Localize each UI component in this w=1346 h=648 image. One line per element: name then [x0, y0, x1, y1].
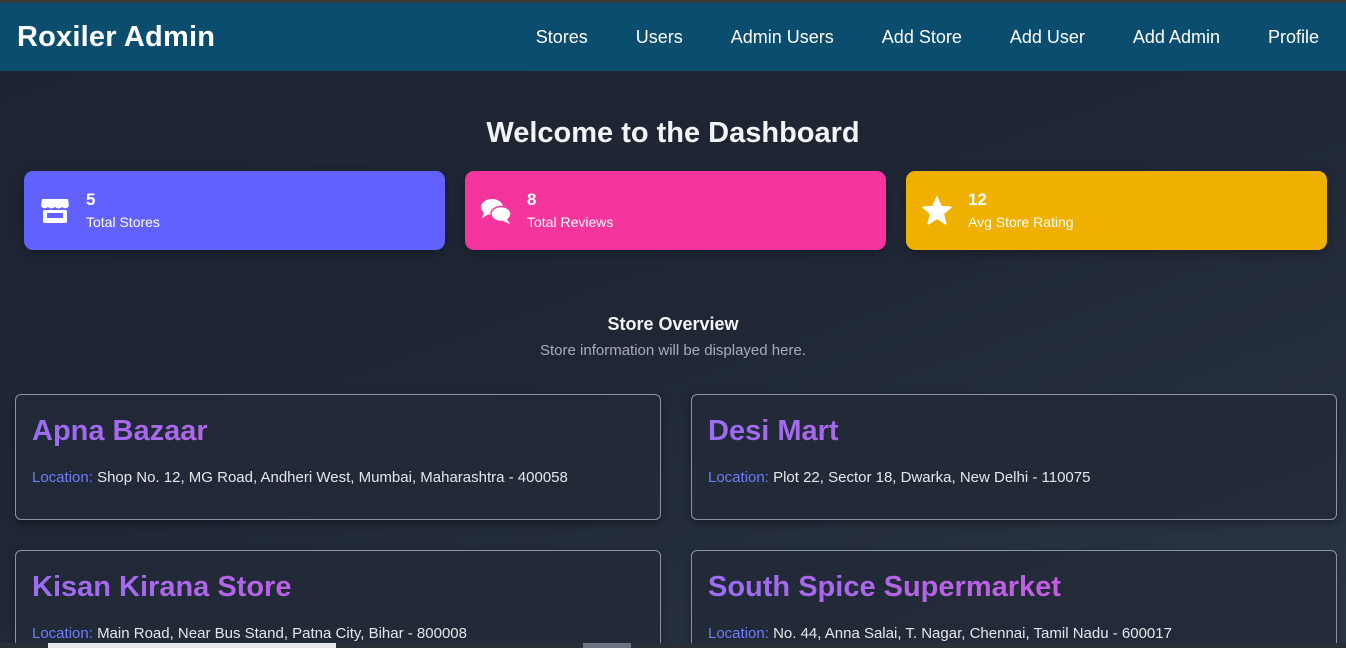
nav-link-add-user[interactable]: Add User	[1010, 27, 1085, 48]
location-value: No. 44, Anna Salai, T. Nagar, Chennai, T…	[773, 625, 1172, 642]
store-name: South Spice Supermarket	[708, 569, 1320, 605]
nav-link-add-admin[interactable]: Add Admin	[1133, 27, 1220, 48]
star-icon	[921, 195, 953, 227]
store-card[interactable]: Apna Bazaar Location: Shop No. 12, MG Ro…	[15, 394, 661, 520]
store-icon	[39, 195, 71, 227]
stat-value: 12	[968, 189, 987, 209]
store-location: Location: No. 44, Anna Salai, T. Nagar, …	[708, 625, 1320, 642]
store-overview-header: Store Overview Store information will be…	[0, 314, 1346, 359]
page-title: Welcome to the Dashboard	[486, 117, 860, 149]
nav-link-add-store[interactable]: Add Store	[882, 27, 962, 48]
comments-icon	[480, 195, 512, 227]
store-location: Location: Shop No. 12, MG Road, Andheri …	[32, 469, 644, 486]
store-location: Location: Main Road, Near Bus Stand, Pat…	[32, 625, 644, 642]
nav-link-users[interactable]: Users	[636, 27, 683, 48]
nav-link-admin-users[interactable]: Admin Users	[731, 27, 834, 48]
location-label: Location:	[708, 625, 769, 642]
location-label: Location:	[32, 469, 93, 486]
location-value: Plot 22, Sector 18, Dwarka, New Delhi - …	[773, 469, 1091, 486]
brand-title[interactable]: Roxiler Admin	[17, 21, 215, 54]
scrollbar-marker	[583, 643, 631, 648]
stat-card-total-stores: 5 Total Stores	[24, 171, 445, 250]
stat-value: 5	[86, 189, 96, 209]
location-label: Location:	[32, 625, 93, 642]
store-name: Apna Bazaar	[32, 413, 644, 449]
nav-link-stores[interactable]: Stores	[536, 27, 588, 48]
horizontal-scrollbar[interactable]	[0, 643, 1346, 648]
section-heading: Store Overview	[607, 314, 739, 334]
store-location: Location: Plot 22, Sector 18, Dwarka, Ne…	[708, 469, 1320, 486]
stat-card-avg-rating: 12 Avg Store Rating	[906, 171, 1327, 250]
stat-card-total-reviews: 8 Total Reviews	[465, 171, 886, 250]
nav-links: Stores Users Admin Users Add Store Add U…	[536, 27, 1319, 48]
stat-label: Total Stores	[86, 213, 160, 230]
store-name: Kisan Kirana Store	[32, 569, 644, 605]
store-name: Desi Mart	[708, 413, 1320, 449]
store-card[interactable]: South Spice Supermarket Location: No. 44…	[691, 550, 1337, 648]
location-label: Location:	[708, 469, 769, 486]
stat-value: 8	[527, 189, 537, 209]
section-subtitle: Store information will be displayed here…	[540, 342, 806, 359]
nav-link-profile[interactable]: Profile	[1268, 27, 1319, 48]
location-value: Shop No. 12, MG Road, Andheri West, Mumb…	[97, 469, 568, 486]
store-card[interactable]: Kisan Kirana Store Location: Main Road, …	[15, 550, 661, 648]
store-card[interactable]: Desi Mart Location: Plot 22, Sector 18, …	[691, 394, 1337, 520]
location-value: Main Road, Near Bus Stand, Patna City, B…	[97, 625, 467, 642]
stats-row: 5 Total Stores 8 Total Reviews 12 Avg St…	[24, 171, 1327, 250]
scrollbar-thumb[interactable]	[48, 643, 336, 648]
top-navbar: Roxiler Admin Stores Users Admin Users A…	[0, 3, 1346, 71]
stat-label: Total Reviews	[527, 213, 614, 230]
stat-label: Avg Store Rating	[968, 213, 1074, 230]
